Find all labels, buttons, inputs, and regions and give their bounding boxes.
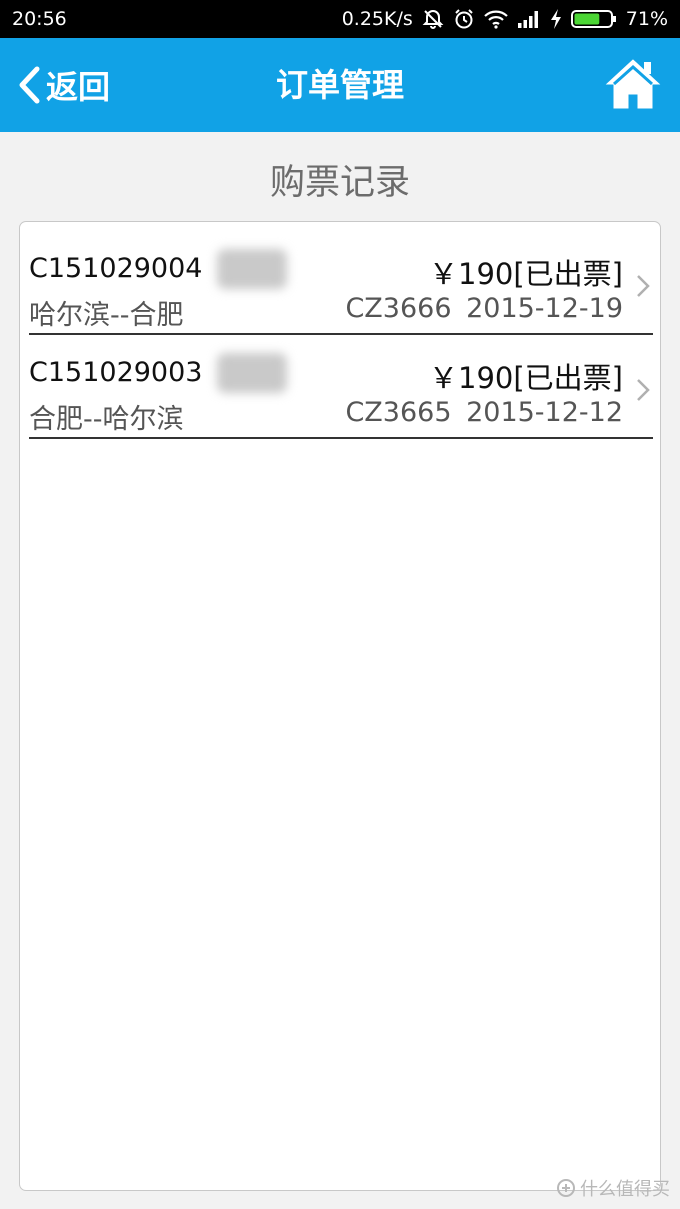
order-row[interactable]: C151029004 ￥190[已出票] 哈尔滨--合肥 CZ3666 2015… (29, 231, 653, 335)
status-bar: 20:56 0.25K/s 71% (0, 0, 680, 38)
watermark-logo-icon (557, 1179, 575, 1197)
chevron-right-icon (637, 275, 650, 297)
back-button[interactable]: 返回 (16, 38, 110, 132)
status-time: 20:56 (12, 8, 67, 30)
battery-icon (570, 10, 616, 28)
order-list: C151029004 ￥190[已出票] 哈尔滨--合肥 CZ3666 2015… (19, 221, 661, 1191)
redaction-blur (217, 353, 287, 393)
battery-fill (574, 13, 600, 25)
signal-icon (517, 11, 538, 28)
chevron-left-icon (19, 66, 40, 104)
order-flight-date: CZ3666 2015-12-19 (345, 293, 623, 324)
order-number: C151029003 (29, 357, 203, 388)
order-number: C151029004 (29, 253, 203, 284)
order-row[interactable]: C151029003 ￥190[已出票] 合肥--哈尔滨 CZ3665 2015… (29, 335, 653, 439)
order-price-status: ￥190[已出票] (429, 257, 623, 291)
section-title: 购票记录 (269, 163, 410, 203)
order-route: 合肥--哈尔滨 (29, 404, 184, 435)
nav-bar: 返回 订单管理 (0, 38, 680, 132)
charging-icon (550, 9, 561, 29)
mute-icon (422, 9, 444, 29)
watermark: 什么值得买 (556, 1175, 670, 1201)
alarm-icon (455, 9, 473, 29)
network-speed: 0.25K/s (341, 8, 413, 30)
wifi-icon (484, 10, 508, 29)
redaction-blur (217, 249, 287, 289)
chevron-right-icon (637, 379, 650, 401)
status-icons: 0.25K/s 71% (342, 8, 668, 30)
watermark-text: 什么值得买 (580, 1179, 670, 1200)
home-icon[interactable] (604, 56, 662, 112)
order-price-status: ￥190[已出票] (429, 361, 623, 395)
back-label: 返回 (46, 68, 111, 106)
order-route: 哈尔滨--合肥 (29, 300, 184, 331)
order-flight-date: CZ3665 2015-12-12 (345, 397, 623, 428)
battery-percent: 71% (625, 8, 668, 30)
